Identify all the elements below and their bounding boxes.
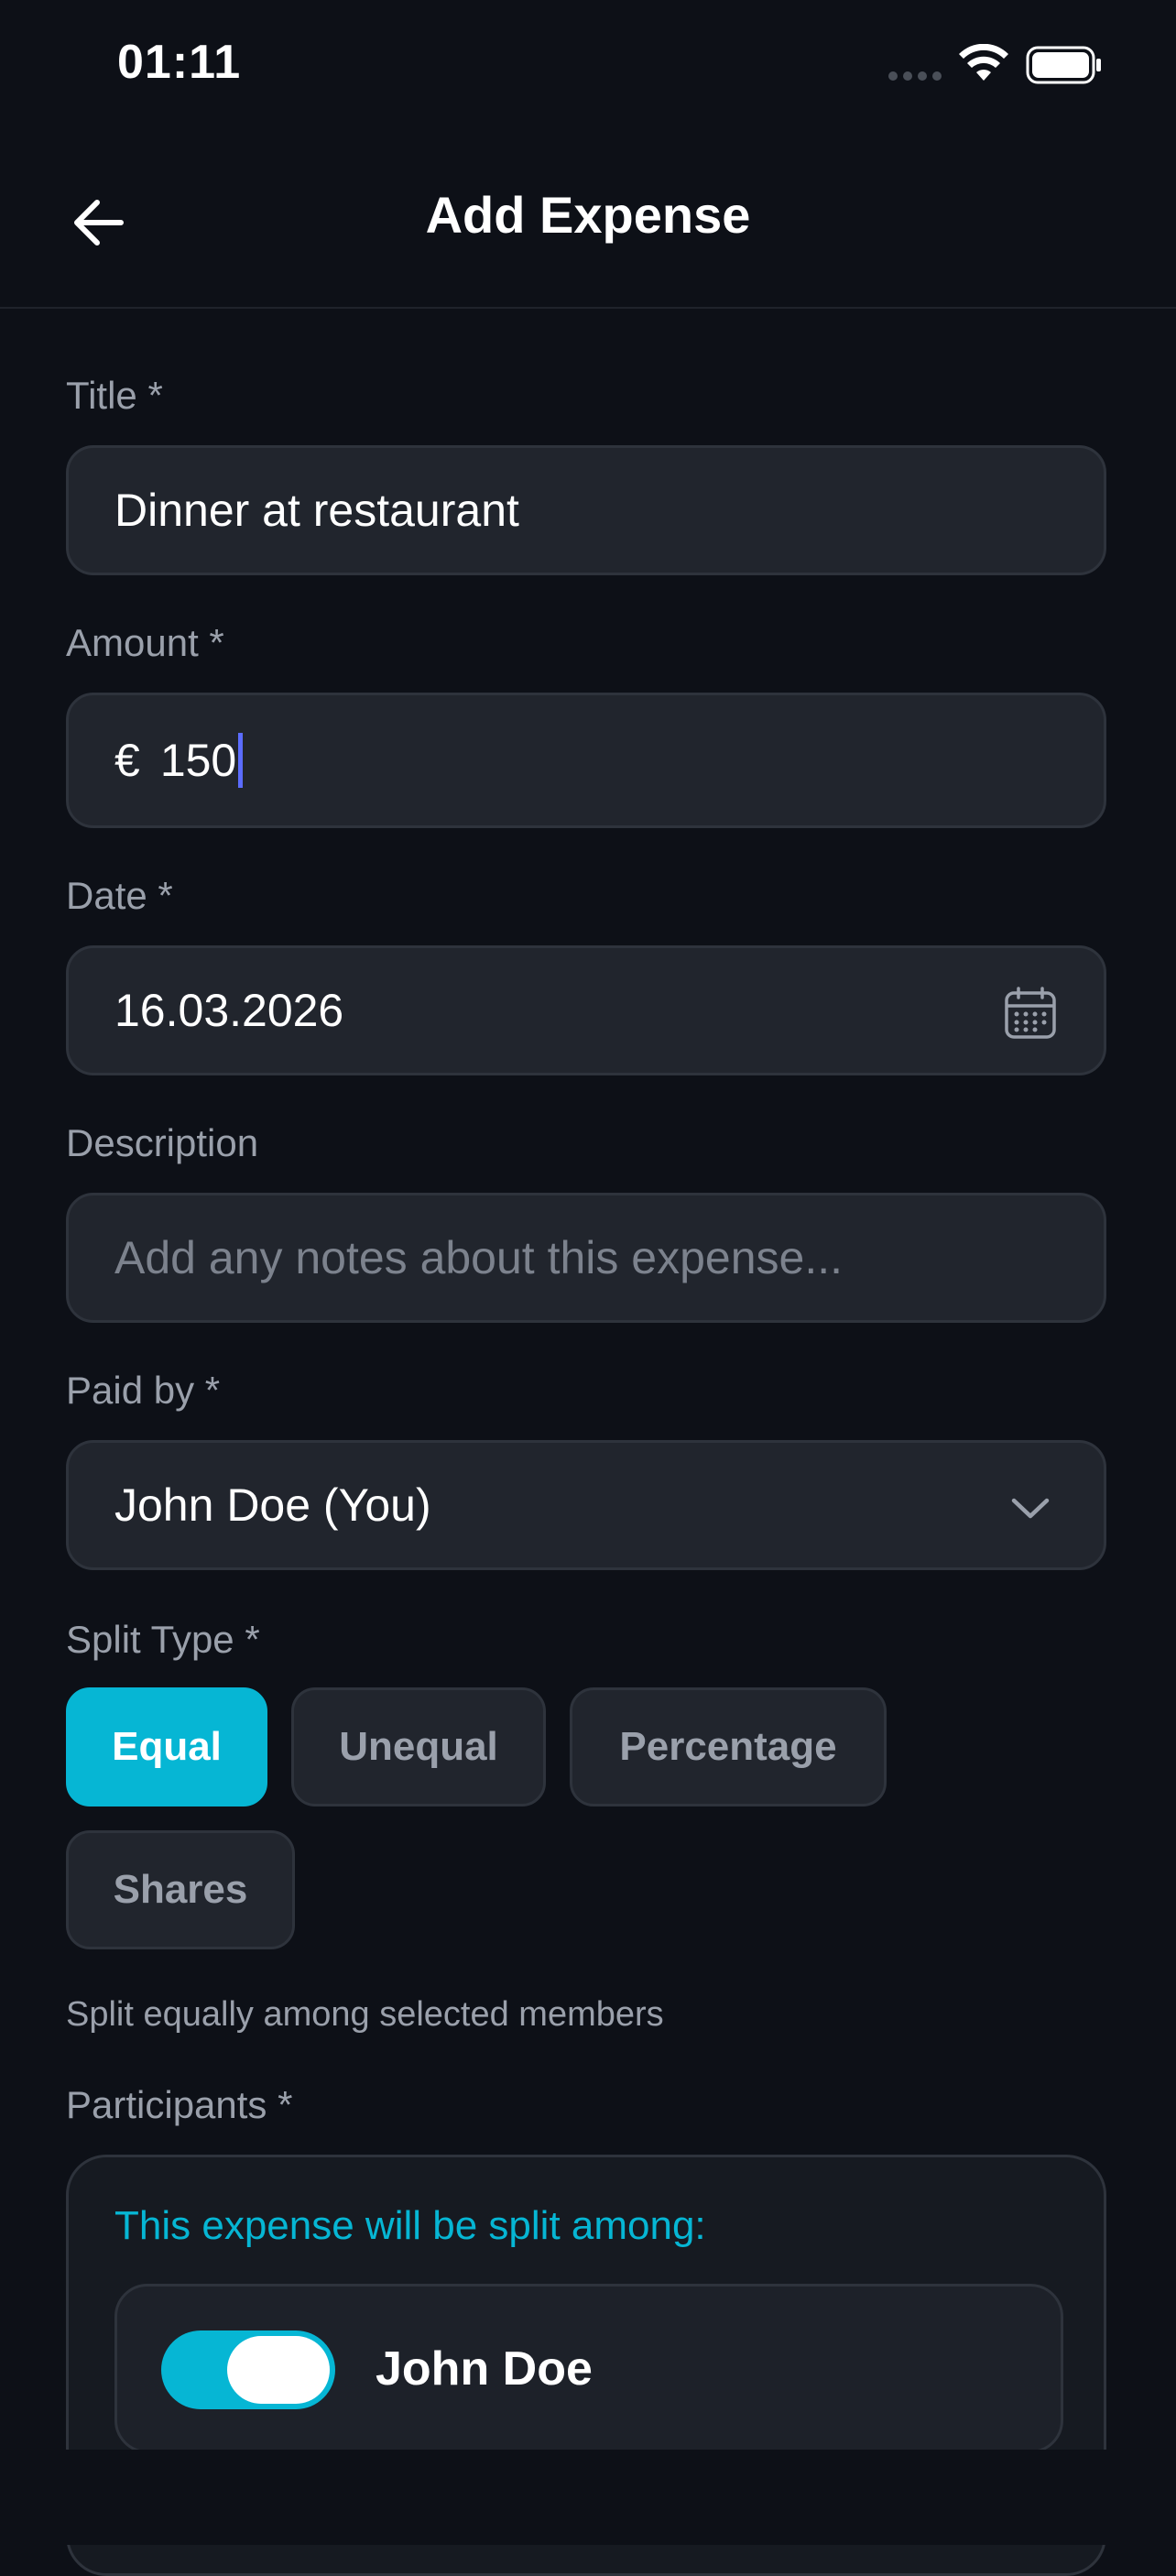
wifi-icon <box>959 44 1008 81</box>
toggle-knob <box>227 2336 330 2404</box>
bottom-area <box>0 2450 1176 2545</box>
participant-name: John Doe <box>376 2342 593 2396</box>
title-input[interactable]: Dinner at restaurant <box>66 445 1106 575</box>
description-input[interactable]: Add any notes about this expense... <box>66 1193 1106 1323</box>
date-label: Date * <box>66 874 173 917</box>
date-input[interactable]: 16.03.2026 <box>66 945 1106 1075</box>
currency-symbol: € <box>114 735 140 786</box>
status-time: 01:11 <box>117 36 242 89</box>
split-type-label: Split Type * <box>66 1618 260 1661</box>
split-note: This expense will be split among: <box>114 2203 706 2248</box>
title-label: Title * <box>66 374 163 417</box>
amount-input[interactable]: € 150 <box>66 693 1106 828</box>
split-option-shares[interactable]: Shares <box>66 1830 295 1949</box>
paid-by-select[interactable]: John Doe (You) <box>66 1440 1106 1570</box>
battery-icon <box>1026 46 1101 84</box>
split-option-unequal[interactable]: Unequal <box>291 1687 546 1806</box>
amount-value: 150 <box>159 735 237 786</box>
app-header: Add Expense <box>0 137 1176 309</box>
amount-label: Amount * <box>66 621 224 664</box>
title-value: Dinner at restaurant <box>114 485 519 536</box>
date-value: 16.03.2026 <box>114 985 344 1036</box>
paid-by-value: John Doe (You) <box>114 1479 431 1531</box>
paid-by-label: Paid by * <box>66 1369 221 1412</box>
split-option-percentage[interactable]: Percentage <box>570 1687 887 1806</box>
split-option-equal[interactable]: Equal <box>66 1687 267 1806</box>
text-caret <box>238 733 244 788</box>
participant-toggle[interactable] <box>161 2330 335 2409</box>
description-label: Description <box>66 1121 259 1164</box>
split-helper-text: Split equally among selected members <box>66 1995 664 2034</box>
description-placeholder: Add any notes about this expense... <box>114 1232 843 1283</box>
status-bar: 01:11 <box>0 0 1176 137</box>
signal-icon <box>888 71 942 81</box>
page-title: Add Expense <box>425 186 751 244</box>
calendar-icon[interactable] <box>1003 986 1058 1041</box>
participant-row: John Doe <box>114 2284 1063 2453</box>
participants-label: Participants * <box>66 2083 293 2126</box>
chevron-down-icon <box>1011 1498 1050 1519</box>
